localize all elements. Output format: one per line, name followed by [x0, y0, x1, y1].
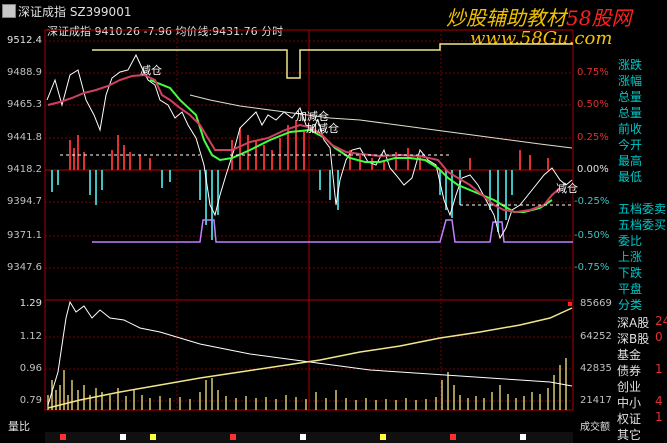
price-axis-label: 9512.4	[7, 35, 42, 46]
price-axis-label: 9347.6	[7, 262, 42, 273]
rp-high: 最高	[618, 154, 643, 168]
rp-cat-szb[interactable]: 深B股	[617, 330, 649, 347]
rp-open: 今开	[618, 138, 643, 152]
annotation-reduce-2: 减仓	[556, 182, 578, 195]
volume-amount-label: 42835	[580, 363, 612, 374]
chart-canvas	[44, 29, 574, 443]
volume-ratio-line	[47, 300, 573, 406]
rp-cat-sza[interactable]: 深A股	[617, 314, 649, 331]
rp-bid-5: 五档委买	[618, 218, 667, 232]
rp-cat-other[interactable]: 其它	[617, 426, 641, 443]
rp-count: 1	[655, 410, 663, 424]
pct-axis-label: 0.50%	[577, 99, 609, 110]
price-axis-label: 9488.9	[7, 67, 42, 78]
volume-bars	[47, 358, 567, 410]
indicator-bottom-line	[92, 219, 573, 243]
rp-cat-fund[interactable]: 基金	[617, 346, 641, 363]
pct-axis-label: 0.75%	[577, 67, 609, 78]
price-axis-label: 9441.8	[7, 132, 42, 143]
volume-amount-label: 85669	[580, 298, 612, 309]
volume-ratio-label: 0.96	[19, 363, 42, 374]
rp-count: 4	[655, 394, 663, 408]
right-info-panel: 涨跌 涨幅 总量 总量 前收 今开 最高 最低 五档委卖 五档委买 委比 上涨 …	[615, 30, 667, 443]
rp-category-title[interactable]: 分类	[618, 298, 642, 312]
rp-decliners: 下跌	[618, 266, 643, 280]
pct-axis-label: 0.25%	[577, 132, 609, 143]
annotation-reduce-1: 减仓	[140, 64, 162, 77]
rp-ask-5: 五档委卖	[618, 202, 667, 216]
pct-axis-label: -0.75%	[574, 262, 610, 273]
rp-change-pct: 涨幅	[618, 74, 643, 88]
pct-axis-label: -0.25%	[574, 196, 610, 207]
rp-unchanged: 平盘	[618, 282, 643, 296]
volume-ratio-label: 1.29	[19, 298, 42, 309]
annotation-add-reduce-2: 加减仓	[306, 122, 339, 135]
rp-prev-close: 前收	[618, 122, 643, 136]
rp-count: 1	[655, 362, 663, 376]
rp-count: 24	[655, 314, 667, 328]
rp-low: 最低	[618, 170, 643, 184]
volume-ratio-title: 量比	[8, 420, 30, 433]
pct-axis-label: 0.00%	[577, 164, 609, 175]
pct-axis-label: -0.50%	[574, 230, 610, 241]
rp-volume: 总量	[618, 90, 643, 104]
volume-amount-label: 21417	[580, 395, 612, 406]
rp-order-ratio: 委比	[618, 234, 643, 248]
volume-amount-label: 64252	[580, 331, 612, 342]
rp-cat-gem[interactable]: 创业	[617, 378, 641, 395]
amount-title: 成交额	[580, 422, 610, 433]
price-axis-label: 9371.1	[7, 230, 42, 241]
price-axis-label: 9418.2	[7, 164, 42, 175]
rp-volume-2: 总量	[618, 106, 643, 120]
rp-advancers: 上涨	[618, 250, 643, 264]
rp-change: 涨跌	[618, 58, 643, 72]
rp-cat-bond[interactable]: 债券	[617, 362, 641, 379]
indicator-top-line	[92, 43, 573, 79]
amount-line	[47, 307, 573, 409]
rp-cat-warrant[interactable]: 权证	[617, 410, 641, 427]
rp-cat-sme[interactable]: 中小	[617, 394, 641, 411]
price-axis-label: 9465.3	[7, 99, 42, 110]
volume-ratio-label: 0.79	[19, 395, 42, 406]
rp-count: 0	[655, 330, 663, 344]
volume-ratio-label: 1.12	[19, 331, 42, 342]
price-axis-label: 9394.7	[7, 196, 42, 207]
